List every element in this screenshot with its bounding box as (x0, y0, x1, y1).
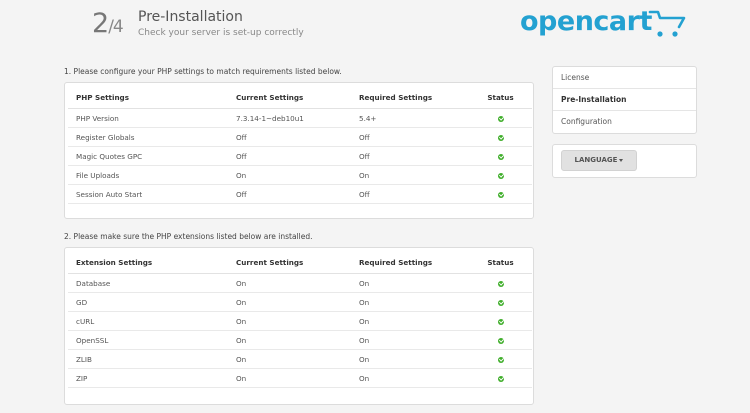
check-circle-icon (497, 280, 504, 287)
table-cell-current: On (228, 368, 351, 388)
cart-icon (648, 10, 686, 37)
check-circle-icon (497, 153, 504, 160)
table-cell-status (469, 146, 532, 166)
table-cell-current: 7.3.14-1~deb10u1 (228, 108, 351, 128)
check-circle-icon (497, 299, 504, 306)
table-cell-required: On (351, 273, 469, 293)
column-header: Current Settings (228, 86, 351, 109)
step-total: /4 (108, 17, 124, 37)
table-cell-status (469, 273, 532, 293)
php-settings-table: PHP Settings Current Settings Required S… (68, 86, 532, 204)
table-cell-status (469, 349, 532, 369)
column-header: Current Settings (228, 251, 351, 274)
table-cell-required: Off (351, 127, 469, 147)
check-circle-icon (497, 318, 504, 325)
table-cell-current: On (228, 330, 351, 350)
table-cell-current: Off (228, 127, 351, 147)
nav-item-pre-installation: Pre-Installation (553, 89, 696, 111)
check-circle-icon (497, 375, 504, 382)
php-settings-instruction: 1. Please configure your PHP settings to… (64, 67, 342, 76)
table-cell-required: Off (351, 146, 469, 166)
language-button-label: LANGUAGE (574, 156, 618, 164)
column-header: Required Settings (351, 86, 469, 109)
check-circle-icon (497, 337, 504, 344)
logo-text: opencart (520, 6, 652, 37)
table-cell-current: On (228, 292, 351, 312)
page-title: Pre-Installation (138, 9, 243, 25)
table-cell-current: On (228, 349, 351, 369)
column-header: Extension Settings (68, 251, 228, 274)
table-row: ZLIB On On (68, 349, 532, 369)
nav-item-license: License (553, 67, 696, 89)
opencart-logo: opencart (520, 6, 686, 46)
table-row: Magic Quotes GPC Off Off (68, 146, 532, 166)
table-cell-required: 5.4+ (351, 108, 469, 128)
table-row: cURL On On (68, 311, 532, 331)
table-cell-status (469, 330, 532, 350)
table-row: Database On On (68, 273, 532, 293)
table-cell-current: On (228, 165, 351, 185)
check-circle-icon (497, 356, 504, 363)
table-cell-current: Off (228, 146, 351, 166)
column-header: PHP Settings (68, 86, 228, 109)
table-cell-status (469, 108, 532, 128)
table-cell-name: ZIP (68, 368, 228, 388)
table-cell-required: On (351, 165, 469, 185)
page-subtitle: Check your server is set-up correctly (138, 28, 304, 38)
table-row: GD On On (68, 292, 532, 312)
column-header: Status (469, 86, 532, 109)
table-cell-name: Database (68, 273, 228, 293)
table-header-row: PHP Settings Current Settings Required S… (68, 86, 532, 109)
table-cell-current: On (228, 273, 351, 293)
table-row: OpenSSL On On (68, 330, 532, 350)
table-cell-required: On (351, 311, 469, 331)
table-cell-required: On (351, 368, 469, 388)
table-cell-status (469, 292, 532, 312)
table-cell-name: GD (68, 292, 228, 312)
language-panel: LANGUAGE (552, 144, 697, 178)
check-circle-icon (497, 191, 504, 198)
table-cell-name: Magic Quotes GPC (68, 146, 228, 166)
php-extensions-instruction: 2. Please make sure the PHP extensions l… (64, 232, 313, 241)
table-cell-required: On (351, 292, 469, 312)
table-cell-status (469, 165, 532, 185)
table-cell-current: Off (228, 184, 351, 204)
check-circle-icon (497, 134, 504, 141)
table-cell-name: Session Auto Start (68, 184, 228, 204)
php-extensions-panel: Extension Settings Current Settings Requ… (64, 247, 534, 405)
table-header-row: Extension Settings Current Settings Requ… (68, 251, 532, 274)
table-cell-status (469, 184, 532, 204)
table-cell-required: Off (351, 184, 469, 204)
table-cell-name: ZLIB (68, 349, 228, 369)
table-cell-name: File Uploads (68, 165, 228, 185)
table-row: ZIP On On (68, 368, 532, 388)
php-extensions-table: Extension Settings Current Settings Requ… (68, 251, 532, 388)
table-cell-current: On (228, 311, 351, 331)
table-cell-name: Register Globals (68, 127, 228, 147)
php-settings-panel: PHP Settings Current Settings Required S… (64, 82, 534, 219)
step-current: 2 (92, 8, 109, 39)
table-cell-required: On (351, 330, 469, 350)
check-circle-icon (497, 172, 504, 179)
table-row: Register Globals Off Off (68, 127, 532, 147)
column-header: Status (469, 251, 532, 274)
caret-down-icon (619, 158, 624, 162)
table-row: File Uploads On On (68, 165, 532, 185)
table-row: Session Auto Start Off Off (68, 184, 532, 204)
table-cell-status (469, 368, 532, 388)
column-header: Required Settings (351, 251, 469, 274)
install-steps-nav: License Pre-Installation Configuration (552, 66, 697, 134)
table-cell-status (469, 127, 532, 147)
language-dropdown-button[interactable]: LANGUAGE (561, 150, 637, 171)
nav-item-configuration: Configuration (561, 117, 612, 126)
table-cell-name: OpenSSL (68, 330, 228, 350)
table-row: PHP Version 7.3.14-1~deb10u1 5.4+ (68, 108, 532, 128)
table-cell-name: cURL (68, 311, 228, 331)
table-cell-name: PHP Version (68, 108, 228, 128)
step-indicator: 2/4 (92, 8, 124, 39)
table-cell-required: On (351, 349, 469, 369)
check-circle-icon (497, 115, 504, 122)
table-cell-status (469, 311, 532, 331)
